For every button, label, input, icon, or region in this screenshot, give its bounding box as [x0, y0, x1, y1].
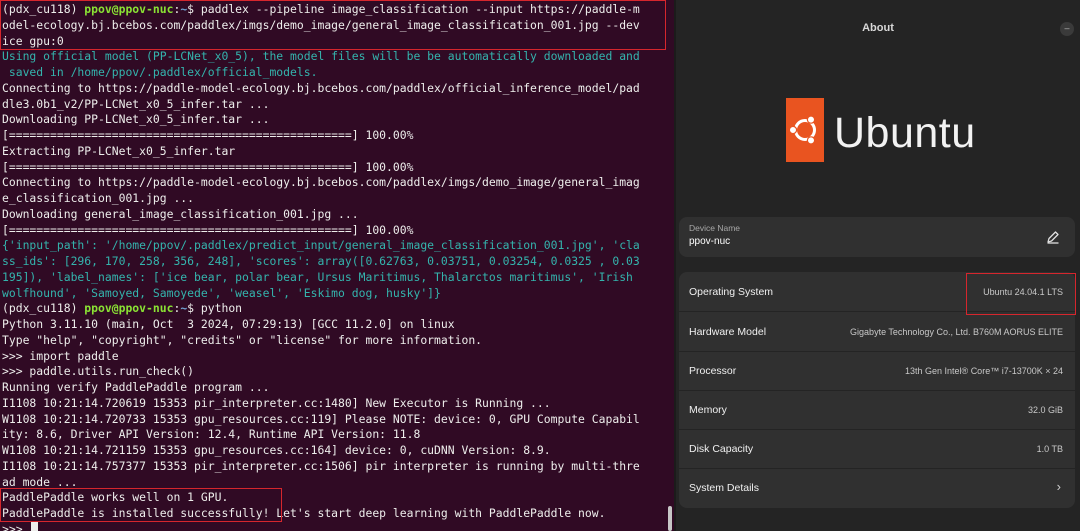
processor-label: Processor [689, 365, 737, 377]
terminal-text-segment: Downloading PP-LCNet_x0_5_infer.tar ... [2, 112, 270, 127]
terminal-text-segment: I1108 10:21:14.720619 15353 pir_interpre… [2, 395, 551, 410]
terminal-output: (pdx_cu118) ppov@ppov-nuc:~$ paddlex --p… [2, 2, 640, 531]
processor-row: Processor 13th Gen Intel® Core™ i7-13700… [679, 351, 1075, 390]
terminal-text-segment: dle3.0b1_v2/PP-LCNet_x0_5_infer.tar ... [2, 96, 270, 111]
os-label: Operating System [689, 286, 774, 298]
terminal-line: saved in /home/ppov/.paddlex/official_mo… [2, 65, 640, 81]
terminal-line: [=======================================… [2, 223, 640, 239]
disk-capacity-value: 1.0 TB [1036, 444, 1063, 454]
settings-about-panel: About – Ubuntu Device Name ppov-nuc Oper… [676, 0, 1080, 531]
terminal-line: Downloading PP-LCNet_x0_5_infer.tar ... [2, 112, 640, 128]
terminal-line: Connecting to https://paddle-model-ecolo… [2, 175, 640, 191]
device-name-label: Device Name [689, 223, 741, 233]
terminal-cursor [31, 521, 39, 531]
terminal-line: Downloading general_image_classification… [2, 207, 640, 223]
terminal-line: [=======================================… [2, 128, 640, 144]
terminal-text-segment: Running verify PaddlePaddle program ... [2, 380, 270, 394]
minimize-icon[interactable]: – [1060, 22, 1074, 36]
os-highlight-box [966, 273, 1076, 315]
hardware-model-value: Gigabyte Technology Co., Ltd. B760M AORU… [850, 327, 1063, 337]
ubuntu-circle-of-friends-icon [788, 115, 816, 145]
chevron-right-icon[interactable]: › [1057, 479, 1061, 494]
terminal-text-segment: >>> import paddle [2, 348, 119, 363]
terminal-text-segment: >>> paddle.utils.run_check() [2, 364, 195, 379]
terminal-window[interactable]: (pdx_cu118) ppov@ppov-nuc:~$ paddlex --p… [0, 0, 674, 531]
terminal-text-segment: $ python [187, 301, 243, 316]
terminal-line: I1108 10:21:14.720619 15353 pir_interpre… [2, 396, 640, 412]
hardware-model-row: Hardware Model Gigabyte Technology Co., … [679, 312, 1075, 351]
terminal-line: wolfhound', 'Samoyed, Samoyede', 'weasel… [2, 286, 640, 302]
memory-label: Memory [689, 404, 727, 416]
system-details-label: System Details [689, 482, 760, 494]
terminal-line: {'input_path': '/home/ppov/.paddlex/pred… [2, 238, 640, 254]
device-name-value: ppov-nuc [689, 236, 731, 247]
terminal-text-segment: ppov@ppov-nuc [84, 301, 174, 316]
terminal-line: ity: 8.6, Driver API Version: 12.4, Runt… [2, 427, 640, 443]
terminal-text-segment: {'input_path': '/home/ppov/.paddlex/pred… [2, 238, 640, 253]
terminal-text-segment: Connecting to https://paddle-model-ecolo… [2, 175, 640, 190]
terminal-text-segment: Python 3.11.10 (main, Oct 3 2024, 07:29:… [2, 317, 455, 331]
command-highlight-box [0, 0, 666, 50]
terminal-text-segment: Using official model (PP-LCNet_x0_5), th… [2, 49, 640, 64]
terminal-text-segment: I1108 10:21:14.757377 15353 pir_interpre… [2, 458, 640, 473]
terminal-text-segment: [=======================================… [2, 159, 414, 174]
disk-capacity-row: Disk Capacity 1.0 TB [679, 429, 1075, 468]
terminal-text-segment: W1108 10:21:14.720733 15353 gpu_resource… [2, 411, 640, 426]
terminal-text-segment: >>> [2, 521, 30, 531]
terminal-line: W1108 10:21:14.720733 15353 gpu_resource… [2, 412, 640, 428]
terminal-text-segment: 195]), 'label_names': ['ice bear, polar … [2, 269, 633, 284]
terminal-text-segment: saved in /home/ppov/.paddlex/official_mo… [2, 65, 318, 79]
terminal-line: I1108 10:21:14.757377 15353 pir_interpre… [2, 459, 640, 475]
terminal-line: 195]), 'label_names': ['ice bear, polar … [2, 270, 640, 286]
terminal-text-segment: Type "help", "copyright", "credits" or "… [2, 332, 483, 347]
terminal-text-segment: W1108 10:21:14.721159 15353 gpu_resource… [2, 443, 551, 457]
terminal-line: >>> [2, 521, 640, 531]
ubuntu-logo-square [786, 98, 824, 162]
terminal-line: e_classification_001.jpg ... [2, 191, 640, 207]
terminal-line: [=======================================… [2, 160, 640, 176]
terminal-text-segment: [=======================================… [2, 222, 414, 237]
terminal-text-segment: Connecting to https://paddle-model-ecolo… [2, 80, 640, 95]
terminal-line: Type "help", "copyright", "credits" or "… [2, 333, 640, 349]
terminal-line: Python 3.11.10 (main, Oct 3 2024, 07:29:… [2, 317, 640, 333]
memory-value: 32.0 GiB [1027, 405, 1063, 415]
ubuntu-logo: Ubuntu [786, 98, 1080, 168]
pencil-icon[interactable] [1045, 229, 1061, 245]
terminal-text-segment: wolfhound', 'Samoyed, Samoyede', 'weasel… [2, 285, 441, 300]
terminal-line: ss_ids': [296, 170, 258, 356, 248], 'sco… [2, 254, 640, 270]
terminal-text-segment: ity: 8.6, Driver API Version: 12.4, Runt… [2, 427, 421, 442]
terminal-line: dle3.0b1_v2/PP-LCNet_x0_5_infer.tar ... [2, 97, 640, 113]
terminal-text-segment: [=======================================… [2, 128, 414, 142]
terminal-line: W1108 10:21:14.721159 15353 gpu_resource… [2, 443, 640, 459]
success-highlight-box [0, 488, 282, 522]
terminal-line: Running verify PaddlePaddle program ... [2, 380, 640, 396]
terminal-text-segment: e_classification_001.jpg ... [2, 191, 195, 205]
terminal-line: >>> import paddle [2, 349, 640, 365]
panel-title: About [862, 22, 894, 34]
terminal-line: >>> paddle.utils.run_check() [2, 364, 640, 380]
disk-capacity-label: Disk Capacity [689, 443, 754, 455]
hardware-model-label: Hardware Model [689, 326, 767, 338]
terminal-text-segment: ad mode ... [2, 474, 78, 489]
terminal-line: (pdx_cu118) ppov@ppov-nuc:~$ python [2, 301, 640, 317]
memory-row: Memory 32.0 GiB [679, 390, 1075, 429]
device-name-card[interactable]: Device Name ppov-nuc [679, 217, 1075, 257]
terminal-line: Using official model (PP-LCNet_x0_5), th… [2, 49, 640, 65]
system-details-row[interactable]: System Details › [679, 468, 1075, 507]
terminal-line: Connecting to https://paddle-model-ecolo… [2, 81, 640, 97]
terminal-line: Extracting PP-LCNet_x0_5_infer.tar [2, 144, 640, 160]
processor-value: 13th Gen Intel® Core™ i7-13700K × 24 [905, 366, 1063, 376]
terminal-text-segment: ss_ids': [296, 170, 258, 356, 248], 'sco… [2, 254, 640, 268]
terminal-text-segment: Downloading general_image_classification… [2, 206, 359, 221]
terminal-text-segment: Extracting PP-LCNet_x0_5_infer.tar [2, 143, 236, 158]
ubuntu-wordmark: Ubuntu [834, 109, 976, 157]
terminal-scrollbar[interactable] [668, 506, 672, 531]
terminal-text-segment: (pdx_cu118) [2, 301, 85, 316]
